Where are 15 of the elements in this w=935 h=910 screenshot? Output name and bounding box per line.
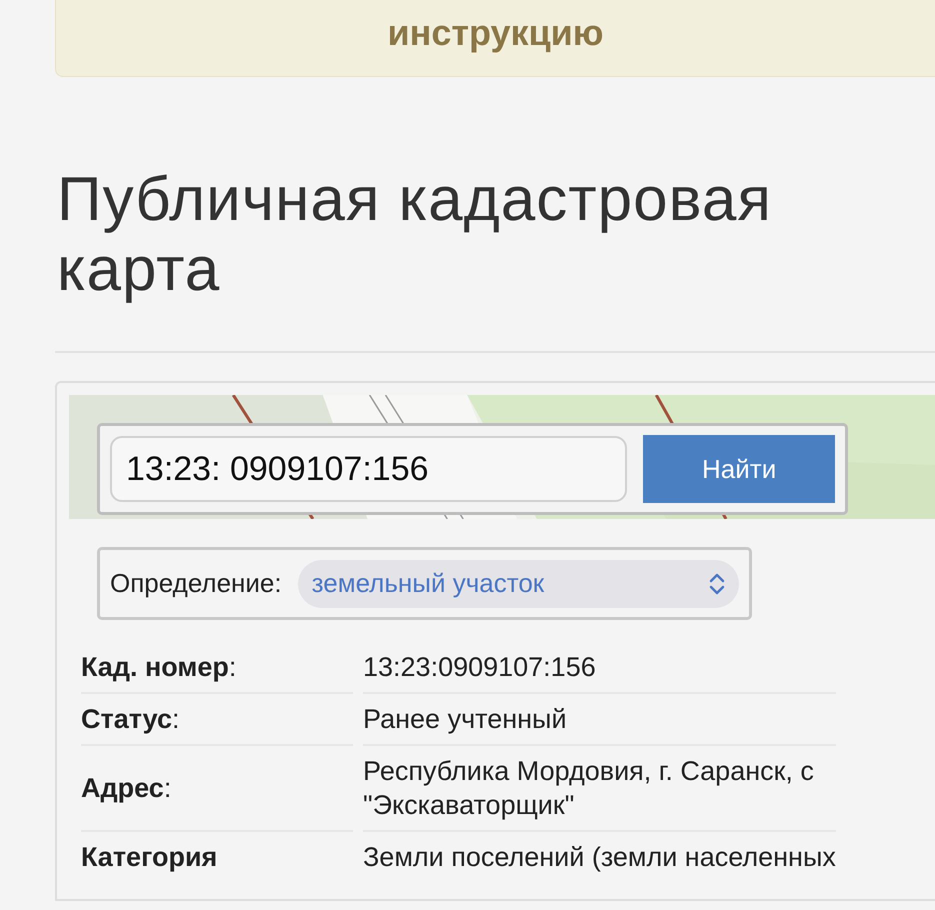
page-title: Публичная кадастровая карта [57, 165, 773, 305]
find-button[interactable]: Найти [643, 435, 835, 503]
property-label: Кад. номер: [81, 642, 353, 694]
property-label: Адрес: [81, 746, 353, 832]
property-value: Земли поселений (земли населенных [363, 841, 836, 874]
property-label: Статус: [81, 694, 353, 746]
chevron-updown-icon [709, 572, 725, 594]
notice-text: инструкцию [387, 12, 604, 54]
property-value: 13:23:0909107:156 [363, 642, 836, 694]
property-value: Ранее учтенный [363, 694, 836, 746]
definition-label: Определение: [110, 568, 282, 599]
cadastral-number-field[interactable]: 13:23: 0909107:156 [110, 436, 628, 502]
definition-select[interactable]: земельный участок [298, 560, 739, 608]
property-value: Республика Мордовия, г. Саранск, с "Экскаваторщик" [363, 746, 836, 832]
property-label: Категория [81, 841, 218, 874]
